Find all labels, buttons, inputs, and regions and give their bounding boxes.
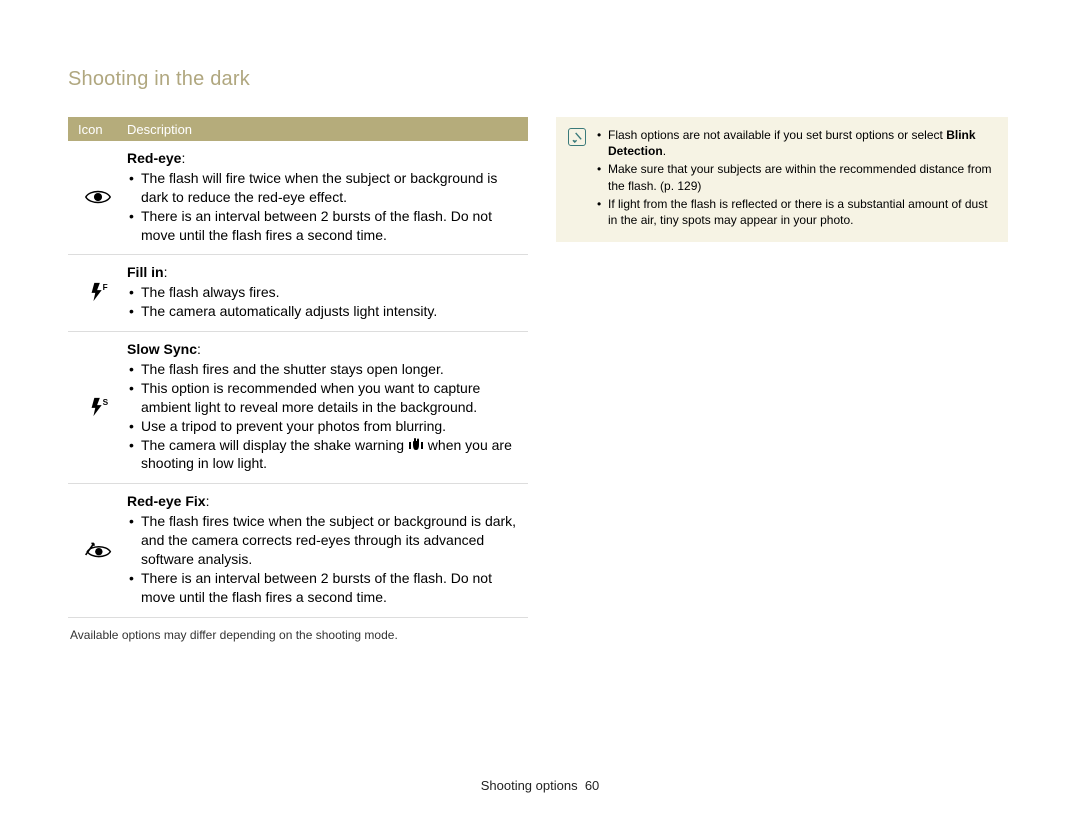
list-item: The flash will fire twice when the subje…	[127, 169, 526, 207]
row-name: Red-eye	[127, 150, 181, 166]
list-item: There is an interval between 2 bursts of…	[127, 207, 526, 245]
table-row: Red-eye Fix: The flash fires twice when …	[68, 484, 528, 617]
list-item: Make sure that your subjects are within …	[596, 161, 996, 193]
page-footer: Shooting options 60	[0, 778, 1080, 793]
list-item: This option is recommended when you want…	[127, 379, 526, 417]
footer-section: Shooting options	[481, 778, 578, 793]
svg-text:S: S	[102, 398, 108, 407]
fill-in-icon: F	[68, 263, 123, 321]
list-item: Flash options are not available if you s…	[596, 127, 996, 159]
note-icon	[568, 128, 586, 146]
footer-page-number: 60	[585, 778, 599, 793]
svg-text:F: F	[102, 283, 107, 292]
row-name: Slow Sync	[127, 341, 197, 357]
row-name: Fill in	[127, 264, 164, 280]
list-item: If light from the flash is reflected or …	[596, 196, 996, 228]
table-row: S Slow Sync: The flash fires and the shu…	[68, 332, 528, 484]
list-item: Use a tripod to prevent your photos from…	[127, 417, 526, 436]
red-eye-fix-icon	[68, 492, 123, 606]
list-item: The flash fires twice when the subject o…	[127, 512, 526, 569]
shake-warning-icon	[408, 437, 424, 452]
table-header-icon: Icon	[68, 122, 123, 137]
list-item: The camera automatically adjusts light i…	[127, 302, 526, 321]
list-item: The camera will display the shake warnin…	[127, 436, 526, 474]
list-item: The flash fires and the shutter stays op…	[127, 360, 526, 379]
row-name: Red-eye Fix	[127, 493, 206, 509]
footnote: Available options may differ depending o…	[70, 628, 528, 642]
slow-sync-icon: S	[68, 340, 123, 473]
table-row: Red-eye: The flash will fire twice when …	[68, 141, 528, 255]
table-header: Icon Description	[68, 117, 528, 141]
red-eye-icon	[68, 149, 123, 244]
table-header-desc: Description	[123, 122, 192, 137]
list-item: The flash always fires.	[127, 283, 526, 302]
page-title: Shooting in the dark	[68, 68, 1020, 91]
list-item: There is an interval between 2 bursts of…	[127, 569, 526, 607]
note-box: Flash options are not available if you s…	[556, 117, 1008, 242]
table-row: F Fill in: The flash always fires. The c…	[68, 255, 528, 332]
